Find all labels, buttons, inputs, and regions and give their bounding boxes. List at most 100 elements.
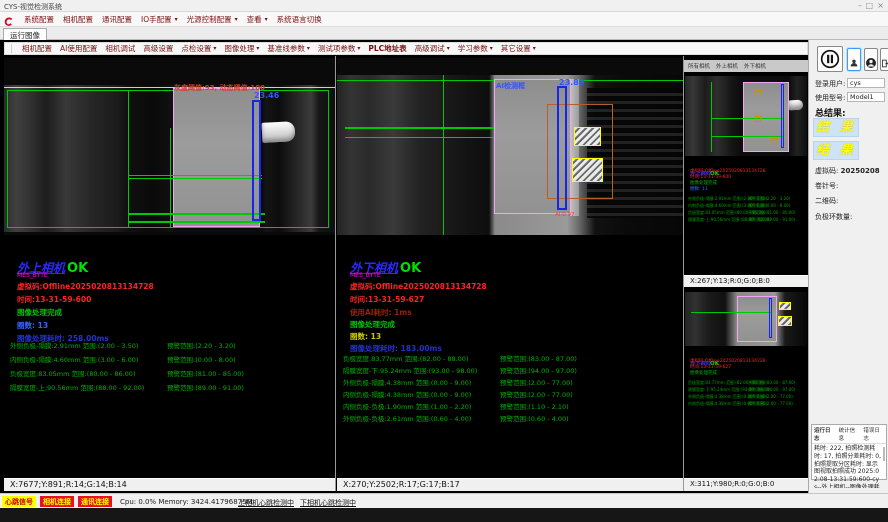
mid-time: 时间:13-31-59-627 bbox=[350, 294, 424, 305]
log-tab-run[interactable]: 运行日志 bbox=[814, 426, 835, 442]
log-tab-stats[interactable]: 统计信息 bbox=[839, 426, 860, 442]
chevron-down-icon: ▾ bbox=[490, 45, 493, 52]
measure-warn: 预警范围:(2.20 - 3.20) bbox=[167, 340, 236, 350]
measurement-row: 内侧负极-负极:1.90mm 范围:(1.00 - 2.20) 预警范围:(1.… bbox=[337, 401, 683, 411]
log-text: 耗时: 222, 拍照检测耗时: 17, 拍照分差耗时: 0, 拍照提取分区耗时… bbox=[812, 444, 886, 488]
pause-button[interactable] bbox=[817, 46, 843, 72]
yellow-defect-box bbox=[574, 127, 601, 146]
lower-camera-heartbeat-link[interactable]: 下相机心跳检测中 bbox=[300, 498, 356, 508]
measure-warn: 预警范围:(94.00 - 97.00) bbox=[500, 365, 577, 375]
result-badge-lower: 结 果 bbox=[813, 141, 859, 160]
mid-camera-image[interactable]: AI检测框 23.80 AI:0.97 bbox=[337, 58, 683, 235]
comm-connection-badge: 通讯连接 bbox=[78, 496, 112, 507]
measure-warn: 预警范围:(2.00 - 77.00) bbox=[500, 377, 573, 387]
tool-advanced-debug[interactable]: 高级调试 bbox=[415, 43, 445, 54]
menu-camera-config[interactable]: 相机配置 bbox=[63, 14, 93, 25]
thumb-tab-lower[interactable]: 外下相机 bbox=[744, 62, 766, 70]
menu-system-config[interactable]: 系统配置 bbox=[24, 14, 54, 25]
menu-io-config[interactable]: IO手配置 bbox=[141, 14, 172, 25]
model-label: 使用型号: bbox=[815, 93, 845, 103]
tool-ai-config[interactable]: AI使用配置 bbox=[60, 43, 97, 54]
exit-icon bbox=[881, 54, 888, 65]
tool-learn-params[interactable]: 学习参数 bbox=[458, 43, 488, 54]
exit-button[interactable] bbox=[880, 48, 888, 71]
blue-measure-value: 23.46 bbox=[254, 91, 279, 100]
pause-icon bbox=[820, 49, 840, 69]
tool-plc-table[interactable]: PLC地址表 bbox=[368, 43, 406, 54]
measurement-row: 外侧负极-隔膜:4.38mm 范围:(0.00 - 9.00) 预警范围:(2.… bbox=[337, 377, 683, 387]
menu-view[interactable]: 查看 bbox=[247, 14, 262, 25]
mini-measure-row: 外侧负极-隔膜:2.91mm 范围:(2.00 - 3.50)预警范围:(2.2… bbox=[684, 196, 808, 202]
menu-comm-config[interactable]: 通讯配置 bbox=[102, 14, 132, 25]
chevron-down-icon: ▾ bbox=[213, 45, 216, 52]
blue-measure-value: 23.80 bbox=[559, 78, 584, 87]
right-control-panel: 登录用户: cys 使用型号: Model1 总结果: 结 果 结 果 虚拟码:… bbox=[808, 40, 888, 493]
tool-camera-config[interactable]: 相机配置 bbox=[22, 43, 52, 54]
log-scrollbar[interactable] bbox=[883, 447, 885, 461]
green-horizontal-line bbox=[711, 136, 783, 137]
tool-test-params[interactable]: 测试项参数 bbox=[318, 43, 356, 54]
title-bar: CYS-视觉检测系统 – □ × bbox=[0, 0, 888, 12]
tab-run-image[interactable]: 运行图像 bbox=[3, 28, 47, 40]
measure-value: 外侧负极-隔膜:2.91mm 范围:(2.00 - 3.50) bbox=[10, 340, 138, 350]
tool-advanced-settings[interactable]: 高级设置 bbox=[143, 43, 173, 54]
measure-value: 隔膜宽度-上:90.56mm 范围:(88.00 - 92.00) bbox=[10, 382, 144, 392]
mini-measure-row: 隔膜宽度-下:95.24mm 范围:(93.00 - 98.00)预警范围:(9… bbox=[684, 387, 808, 393]
minimize-button[interactable]: – bbox=[858, 1, 862, 10]
yellow-defect-box bbox=[779, 302, 791, 310]
left-camera-image[interactable]: 灰度阈值:93, 动态阈值:100 23.46 bbox=[4, 58, 335, 235]
virtual-code-value: 20250208 bbox=[841, 167, 880, 175]
blue-measure-box bbox=[252, 100, 261, 221]
thumbnail-upper-image[interactable] bbox=[685, 76, 807, 156]
user-button[interactable] bbox=[847, 48, 861, 71]
green-horizontal-line bbox=[691, 312, 771, 313]
left-pixel-coords: X:7677;Y:891;R:14;G:14;B:14 bbox=[4, 478, 335, 491]
measure-value: 外侧负极-隔膜:4.38mm 范围:(0.00 - 9.00) bbox=[343, 377, 471, 387]
blue-measure-box bbox=[769, 298, 772, 338]
thumb1-pixel-coords: X:267;Y:13;R:0;G:0;B:0 bbox=[684, 275, 808, 287]
thumbnail-lower-image[interactable] bbox=[685, 292, 807, 346]
tool-other-settings[interactable]: 其它设置 bbox=[501, 43, 531, 54]
mid-barcode: 虚拟码:Offline2025020813134728 bbox=[350, 281, 487, 292]
status-bar: 心跳信号 相机连接 通讯连接 Cpu: 0.0% Memory: 3424.41… bbox=[0, 493, 888, 508]
left-camera-panel: 灰度阈值:93, 动态阈值:100 23.46 外上相机OK MES_BYTE … bbox=[4, 56, 335, 491]
operator-button[interactable] bbox=[864, 48, 878, 71]
thumb-tab-all[interactable]: 所有相机 bbox=[688, 62, 710, 70]
app-window: CYS-视觉检测系统 – □ × 系统配置 相机配置 通讯配置 IO手配置 ▾ 光… bbox=[0, 0, 888, 522]
green-vertical-line bbox=[711, 82, 712, 152]
mini-measure-warn: 预警范围:(0.00 - 8.00) bbox=[748, 203, 790, 209]
green-vertical-line bbox=[128, 90, 129, 228]
left-time: 时间:13-31-59-600 bbox=[17, 294, 91, 305]
menu-light-config[interactable]: 光源控制配置 bbox=[187, 14, 232, 25]
left-ring-count: 圈数: 13 bbox=[17, 320, 48, 331]
measure-value: 隔膜宽度-下:95.24mm 范围:(93.00 - 98.00) bbox=[343, 365, 477, 375]
tab-strip: 运行图像 bbox=[0, 27, 888, 40]
mid-mes-label: MES_BYTE bbox=[350, 272, 381, 279]
maximize-button[interactable]: □ bbox=[865, 1, 873, 10]
upper-camera-heartbeat-link[interactable]: 上相机心跳检测中 bbox=[238, 498, 294, 508]
yellow-defect-box bbox=[778, 316, 792, 326]
menu-language-switch[interactable]: 系统语言切换 bbox=[277, 14, 322, 25]
mid-pixel-coords: X:270;Y:2502;R:17;G:17;B:17 bbox=[337, 478, 683, 491]
toolbar: 相机配置 AI使用配置 相机调试 高级设置 点检设置▾ 图像处理▾ 基准线参数▾… bbox=[4, 42, 808, 55]
virtual-code-row: 虚拟码: 20250208 bbox=[815, 166, 880, 176]
measurement-row: 内侧负极-隔膜:4.38mm 范围:(0.00 - 9.00) 预警范围:(2.… bbox=[337, 389, 683, 399]
thumbnail-header-tabs: 所有相机 外上相机 外下相机 bbox=[684, 60, 808, 72]
log-tab-error[interactable]: 错误日志 bbox=[863, 426, 884, 442]
tool-spot-check[interactable]: 点检设置 bbox=[181, 43, 211, 54]
left-barcode: 虚拟码:Offline2025020813134728 bbox=[17, 281, 154, 292]
measure-value: 负极宽度:83.77mm 范围:(82.00 - 88.00) bbox=[343, 353, 468, 363]
orange-marker bbox=[755, 90, 761, 96]
thumb-tab-upper[interactable]: 外上相机 bbox=[716, 62, 738, 70]
tool-baseline-params[interactable]: 基准线参数 bbox=[267, 43, 305, 54]
left-ok-status: OK bbox=[67, 261, 88, 276]
tool-image-process[interactable]: 图像处理 bbox=[224, 43, 254, 54]
close-button[interactable]: × bbox=[877, 1, 884, 10]
green-vertical-line bbox=[443, 75, 444, 235]
cpu-memory-status: Cpu: 0.0% Memory: 3424.41796875M bbox=[120, 498, 253, 506]
mini-measure-warn: 预警范围:(2.00 - 77.00) bbox=[748, 401, 793, 407]
toolbar-grip bbox=[11, 44, 12, 53]
measure-warn: 预警范围:(83.00 - 87.00) bbox=[500, 353, 577, 363]
needle-label: 卷针号: bbox=[815, 181, 838, 191]
tool-camera-debug[interactable]: 相机调试 bbox=[105, 43, 135, 54]
